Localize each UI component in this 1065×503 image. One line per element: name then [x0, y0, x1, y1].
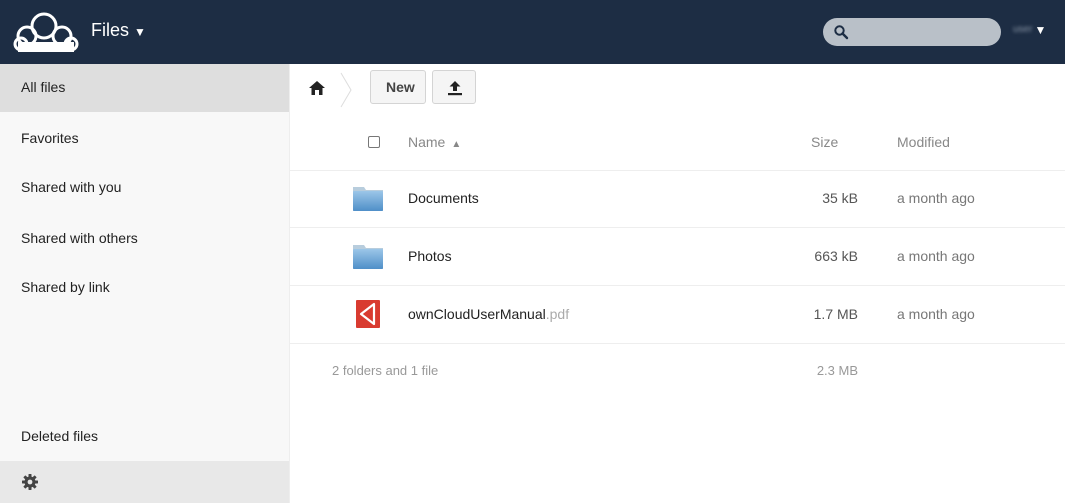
file-name[interactable]: Photos: [408, 248, 452, 264]
caret-down-icon: ▼: [134, 25, 146, 39]
sidebar-item-all-files[interactable]: All files: [0, 64, 289, 112]
sidebar-item-favorites[interactable]: Favorites: [0, 115, 289, 163]
table-row[interactable]: Documents 35 kB a month ago: [290, 170, 1065, 228]
settings-button[interactable]: [0, 461, 289, 503]
sidebar-item-label: Shared with others: [21, 230, 138, 246]
new-button[interactable]: New: [370, 70, 426, 104]
app-name: Files: [91, 20, 130, 40]
app-menu[interactable]: Files ▼: [91, 20, 146, 41]
file-modified: a month ago: [897, 190, 975, 206]
file-name[interactable]: ownCloudUserManual.pdf: [408, 306, 569, 322]
folder-icon: [353, 187, 383, 211]
sidebar-item-shared-by-link[interactable]: Shared by link: [0, 264, 289, 312]
table-row[interactable]: Photos 663 kB a month ago: [290, 228, 1065, 286]
table-row[interactable]: ownCloudUserManual.pdf 1.7 MB a month ag…: [290, 286, 1065, 344]
file-modified: a month ago: [897, 306, 975, 322]
file-name[interactable]: Documents: [408, 190, 479, 206]
column-header-name[interactable]: Name ▲: [408, 134, 461, 150]
file-size: 35 kB: [822, 190, 858, 206]
file-extension: .pdf: [545, 306, 570, 322]
column-header-name-label: Name: [408, 134, 446, 150]
sort-asc-icon: ▲: [451, 139, 462, 150]
sidebar-item-deleted-files[interactable]: Deleted files: [0, 413, 289, 461]
gear-icon: [22, 474, 38, 490]
new-button-label: New: [386, 79, 415, 95]
summary-size: 2.3 MB: [816, 363, 858, 378]
top-header: Files ▼ user ▼: [0, 0, 1065, 64]
sidebar-item-label: Shared by link: [21, 279, 110, 295]
sidebar-item-label: Shared with you: [21, 179, 122, 195]
caret-down-icon: ▼: [1034, 22, 1047, 37]
file-name-base: Photos: [408, 248, 452, 264]
sidebar-item-label: Favorites: [21, 130, 79, 146]
sidebar-item-label: Deleted files: [21, 428, 99, 444]
summary-text: 2 folders and 1 file: [332, 363, 439, 378]
search-input[interactable]: [823, 18, 1001, 46]
sidebar: All files Favorites Shared with you Shar…: [0, 64, 290, 503]
select-all-checkbox[interactable]: [368, 136, 380, 148]
controls-bar: New: [290, 64, 1065, 114]
file-size: 1.7 MB: [813, 306, 858, 322]
folder-icon: [353, 245, 383, 269]
user-menu[interactable]: user ▼: [1013, 22, 1046, 37]
owncloud-logo[interactable]: [10, 8, 80, 54]
table-header: Name ▲ Size Modified: [290, 114, 1065, 171]
file-name-base: Documents: [408, 190, 479, 206]
breadcrumb-separator: [340, 72, 352, 108]
file-modified: a month ago: [897, 248, 975, 264]
sidebar-item-shared-with-others[interactable]: Shared with others: [0, 215, 289, 263]
user-name: user: [1013, 24, 1033, 36]
home-icon[interactable]: [308, 80, 326, 96]
upload-button[interactable]: [432, 70, 476, 104]
file-name-base: ownCloudUserManual: [408, 306, 546, 322]
search-icon: [834, 25, 849, 40]
file-size: 663 kB: [814, 248, 858, 264]
sidebar-item-shared-with-you[interactable]: Shared with you: [0, 164, 289, 212]
pdf-icon: [356, 300, 380, 328]
sidebar-item-label: All files: [21, 79, 66, 95]
upload-icon: [448, 81, 462, 96]
column-header-size[interactable]: Size: [811, 134, 838, 150]
table-summary: 2 folders and 1 file 2.3 MB: [290, 341, 1065, 397]
column-header-modified[interactable]: Modified: [897, 134, 950, 150]
